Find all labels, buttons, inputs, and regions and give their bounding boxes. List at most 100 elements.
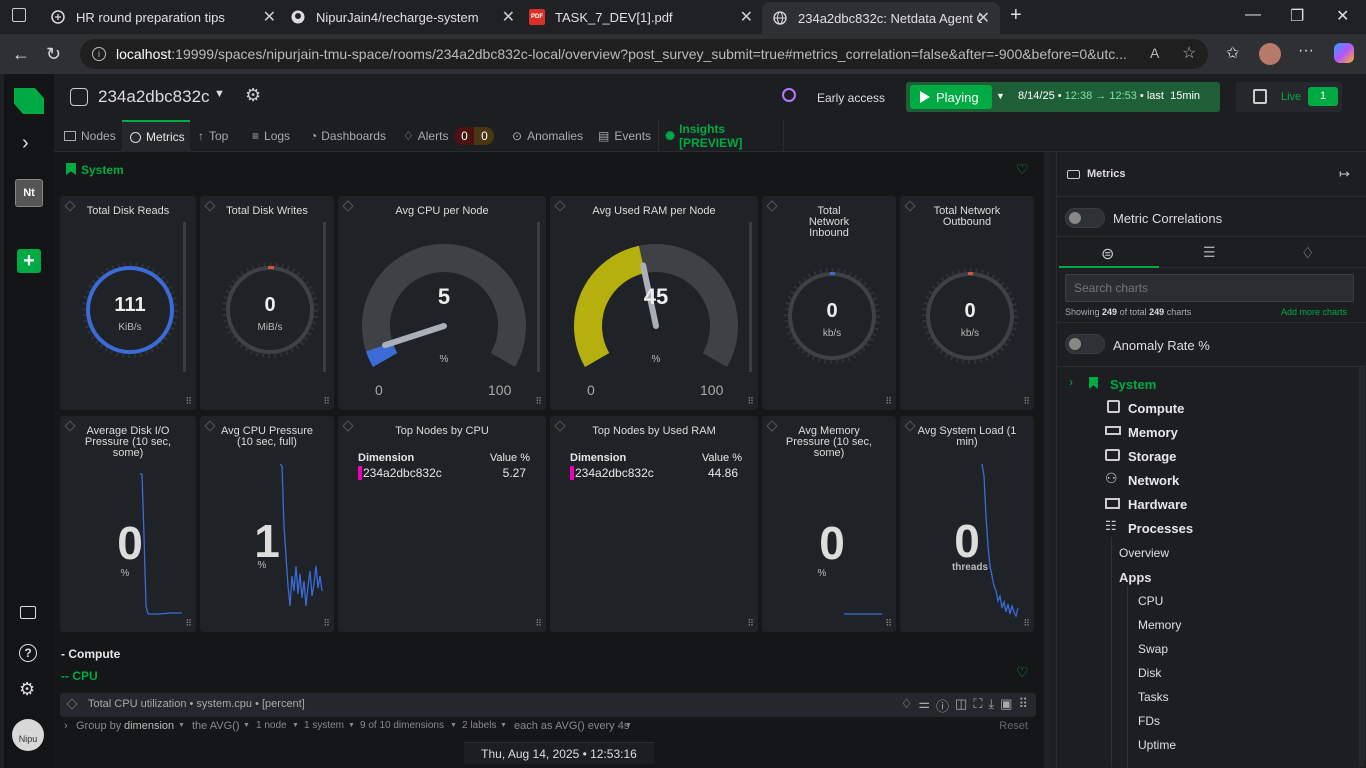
resize-handle-icon[interactable]: ⠿: [885, 618, 892, 629]
resize-handle-icon[interactable]: ⠿: [323, 396, 330, 407]
favorites-bar-icon[interactable]: ✩: [1226, 43, 1239, 63]
tree-sub-overview[interactable]: Overview: [1119, 546, 1169, 560]
panel-scrollbar[interactable]: [1359, 367, 1365, 767]
new-tab-icon[interactable]: +: [1010, 4, 1022, 27]
tree-sub-apps-uptime[interactable]: Uptime: [1138, 738, 1176, 752]
group-by-select[interactable]: dimension: [124, 720, 174, 732]
chart-card-top-nodes-cpu[interactable]: Top Nodes by CPU Dimension Value % 234a2…: [338, 416, 546, 632]
tree-sub-apps-fds[interactable]: FDs: [1138, 714, 1160, 728]
help-icon[interactable]: ?: [19, 644, 37, 662]
anomaly-rate-toggle[interactable]: [1065, 334, 1105, 354]
expand-icon[interactable]: ›: [22, 132, 29, 155]
chart-card-system-load[interactable]: Avg System Load (1 min) 0 threads ⠿: [900, 416, 1034, 632]
table-row[interactable]: 234a2dbc832c 44.86: [570, 466, 742, 480]
chart-card-disk-io-pressure[interactable]: Average Disk I/O Pressure (10 sec, some)…: [60, 416, 196, 632]
search-charts-input[interactable]: [1065, 274, 1354, 302]
gauge-card-avg-cpu[interactable]: Avg CPU per Node 5 % 0 100 ⠿: [338, 196, 546, 410]
labels-select[interactable]: 2 labels: [462, 720, 496, 731]
fullscreen-icon[interactable]: ⛶: [973, 696, 982, 715]
add-more-charts-link[interactable]: Add more charts: [1281, 307, 1347, 317]
favorite-icon[interactable]: ☆: [1182, 43, 1196, 63]
charts-tab-icon[interactable]: ⊜: [1101, 244, 1114, 264]
playing-button[interactable]: Playing: [910, 85, 992, 109]
tab-top[interactable]: ↑ Top: [198, 120, 242, 152]
resize-handle-icon[interactable]: ⠿: [1023, 618, 1030, 629]
scrollbar[interactable]: [537, 222, 540, 372]
download-icon[interactable]: ⤓: [988, 696, 994, 715]
collapse-panel-icon[interactable]: ↦: [1339, 166, 1350, 182]
gauge-card-net-outbound[interactable]: Total Network Outbound 0 kb/s ⠿: [900, 196, 1034, 410]
tab-anomalies[interactable]: ⊙ Anomalies: [512, 120, 592, 152]
resize-handle-icon[interactable]: ⠿: [885, 396, 892, 407]
chevron-down-icon[interactable]: ▼: [214, 88, 225, 100]
chart-card-memory-pressure[interactable]: Avg Memory Pressure (10 sec, some) 0 % ⠿: [762, 416, 896, 632]
scrollbar[interactable]: [749, 222, 752, 372]
layers-icon[interactable]: ◫: [955, 696, 967, 715]
netdata-logo-icon[interactable]: [14, 88, 44, 114]
more-icon[interactable]: ···: [1298, 42, 1314, 60]
browser-tab-3[interactable]: PDF TASK_7_DEV[1].pdf ✕: [529, 4, 753, 30]
gauge-card-net-inbound[interactable]: Total Network Inbound 0 kb/s ⠿: [762, 196, 896, 410]
sidebar-toggle-icon[interactable]: [12, 8, 26, 22]
reset-button[interactable]: Reset: [999, 720, 1028, 732]
browser-tab-1[interactable]: HR round preparation tips ✕: [50, 4, 276, 30]
tab-logs[interactable]: ≡ Logs: [252, 120, 302, 152]
filter-tab-icon[interactable]: ☰: [1203, 244, 1216, 261]
tree-item-network[interactable]: Network: [1128, 473, 1179, 488]
tree-item-processes[interactable]: Processes: [1128, 521, 1193, 536]
chart-card-top-nodes-ram[interactable]: Top Nodes by Used RAM Dimension Value % …: [550, 416, 758, 632]
tree-sub-apps-disk[interactable]: Disk: [1138, 666, 1161, 680]
tree-sub-apps[interactable]: Apps: [1119, 570, 1152, 585]
expand-icon[interactable]: ›: [64, 720, 68, 732]
resize-handle-icon[interactable]: ⠿: [323, 618, 330, 629]
heart-icon[interactable]: ♡: [1016, 664, 1029, 681]
aggregation-select[interactable]: the AVG(): [192, 720, 239, 732]
tab-insights[interactable]: ✺ Insights [PREVIEW]: [658, 120, 784, 152]
resize-handle-icon[interactable]: ⠿: [747, 618, 754, 629]
gauge-card-disk-reads[interactable]: Total Disk Reads 111 KiB/s ⠿: [60, 196, 196, 410]
gear-icon[interactable]: ⚙: [245, 85, 261, 106]
tree-sub-apps-swap[interactable]: Swap: [1138, 642, 1168, 656]
heart-icon[interactable]: ♡: [1016, 161, 1029, 178]
drag-handle-icon[interactable]: ⠿: [1018, 696, 1028, 715]
minimize-icon[interactable]: —: [1245, 6, 1261, 24]
news-icon[interactable]: [20, 606, 36, 619]
read-aloud-icon[interactable]: A: [1150, 45, 1159, 61]
resize-handle-icon[interactable]: ⠿: [535, 618, 542, 629]
resize-handle-icon[interactable]: ⠿: [185, 618, 192, 629]
gauge-card-disk-writes[interactable]: Total Disk Writes 0 MiB/s ⠿: [200, 196, 334, 410]
tree-item-hardware[interactable]: Hardware: [1128, 497, 1187, 512]
user-avatar[interactable]: Nipu: [12, 719, 44, 751]
systems-select[interactable]: 1 system: [304, 720, 344, 731]
sliders-icon[interactable]: ⚌: [918, 696, 930, 715]
tree-item-memory[interactable]: Memory: [1128, 425, 1178, 440]
tab-events[interactable]: ▤ Events: [598, 120, 652, 152]
tree-sub-apps-cpu[interactable]: CPU: [1138, 594, 1163, 608]
tree-sub-apps-tasks[interactable]: Tasks: [1138, 690, 1169, 704]
back-icon[interactable]: ←: [12, 44, 30, 65]
resize-handle-icon[interactable]: ⠿: [535, 396, 542, 407]
chart-card-cpu-pressure[interactable]: Avg CPU Pressure (10 sec, full) 1 % ⠿: [200, 416, 334, 632]
add-space-button[interactable]: +: [17, 249, 41, 273]
tree-sub-apps-memory[interactable]: Memory: [1138, 618, 1181, 632]
tab-dashboards[interactable]: ◔ Dashboards: [310, 120, 394, 152]
each-as-select[interactable]: each as AVG() every 4s: [514, 720, 629, 732]
resize-handle-icon[interactable]: ⠿: [747, 396, 754, 407]
tree-item-compute[interactable]: Compute: [1128, 401, 1184, 416]
avatar[interactable]: [1259, 43, 1281, 65]
url-input[interactable]: i localhost:19999/spaces/nipurjain-tmu-s…: [80, 39, 1208, 69]
close-icon[interactable]: ✕: [502, 7, 515, 27]
time-range[interactable]: 8/14/25 • 12:38 → 12:53 • last 15min: [1018, 90, 1200, 102]
tab-alerts[interactable]: ♢ Alerts 0 0: [403, 120, 497, 152]
info-icon[interactable]: ⓘ: [936, 696, 949, 715]
chevron-down-icon[interactable]: ▼: [996, 91, 1005, 101]
resize-handle-icon[interactable]: ⠿: [185, 396, 192, 407]
dimensions-select[interactable]: 9 of 10 dimensions: [360, 720, 444, 731]
browser-tab-4[interactable]: 234a2dbc832c: Netdata Agent Co ✕: [762, 2, 1000, 34]
bell-icon[interactable]: ♢: [901, 696, 913, 715]
main-scrollbar[interactable]: [1044, 152, 1050, 768]
tab-metrics[interactable]: Metrics: [122, 120, 190, 152]
early-access-label[interactable]: Early access: [817, 91, 885, 105]
table-row[interactable]: 234a2dbc832c 5.27: [358, 466, 530, 480]
tree-item-storage[interactable]: Storage: [1128, 449, 1176, 464]
